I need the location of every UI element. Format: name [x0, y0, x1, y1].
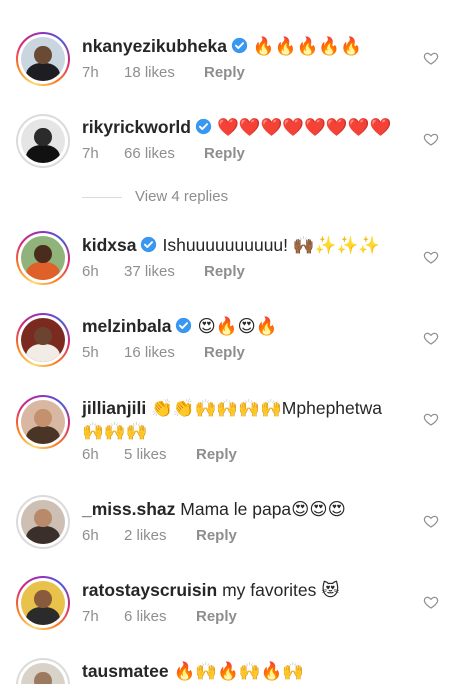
avatar[interactable] [16, 313, 70, 367]
heart-icon[interactable] [423, 513, 439, 529]
view-replies-button[interactable]: View 4 replies [82, 188, 228, 205]
reply-button[interactable]: Reply [204, 344, 245, 362]
comment-username[interactable]: melzinbala [82, 316, 171, 336]
heart-icon[interactable] [423, 131, 439, 147]
comment-text: 🔥🙌🔥🙌🔥🙌 [173, 661, 305, 681]
comment-likes[interactable]: 16 likes [124, 344, 175, 362]
avatar[interactable] [16, 495, 70, 549]
avatar[interactable] [16, 576, 70, 630]
comment-likes[interactable]: 18 likes [124, 64, 175, 82]
verified-badge-icon [141, 236, 157, 253]
verified-badge-icon [176, 317, 192, 334]
replies-divider [82, 196, 122, 198]
reply-button[interactable]: Reply [204, 145, 245, 163]
comment-username[interactable]: _miss.shaz [82, 499, 175, 519]
comment-username[interactable]: tausmatee [82, 661, 169, 681]
comment-time: 6h [82, 527, 99, 544]
comment-likes[interactable]: 2 likes [124, 527, 167, 545]
reply-button[interactable]: Reply [196, 446, 237, 464]
heart-icon[interactable] [423, 50, 439, 66]
comment-time: 7h [82, 64, 99, 81]
avatar[interactable] [16, 231, 70, 285]
heart-icon[interactable] [423, 330, 439, 346]
reply-button[interactable]: Reply [196, 608, 237, 626]
comment-text: 😍🔥😍🔥 [197, 316, 278, 336]
comment-time: 7h [82, 145, 99, 162]
comment-time: 6h [82, 446, 99, 463]
avatar[interactable] [16, 658, 70, 684]
comment-time: 7h [82, 608, 99, 625]
comment-username[interactable]: ratostayscruisin [82, 580, 217, 600]
comment-username[interactable]: jillianjili [82, 398, 146, 418]
comment-username[interactable]: kidxsa [82, 235, 136, 255]
reply-button[interactable]: Reply [204, 64, 245, 82]
comment-likes[interactable]: 6 likes [124, 608, 167, 626]
reply-button[interactable]: Reply [204, 263, 245, 281]
comment-likes[interactable]: 66 likes [124, 145, 175, 163]
avatar[interactable] [16, 114, 70, 168]
comment-time: 5h [82, 344, 99, 361]
verified-badge-icon [195, 118, 212, 135]
comment-likes[interactable]: 37 likes [124, 263, 175, 281]
comment-text: 🔥🔥🔥🔥🔥 [252, 36, 362, 56]
comment-username[interactable]: nkanyezikubheka [82, 36, 227, 56]
verified-badge-icon [231, 37, 248, 54]
reply-button[interactable]: Reply [196, 527, 237, 545]
comment-text: my favorites 😻 [222, 580, 340, 600]
comment-text: ❤️❤️❤️❤️❤️❤️❤️❤️ [216, 117, 392, 137]
comment-username[interactable]: rikyrickworld [82, 117, 191, 137]
heart-icon[interactable] [423, 249, 439, 265]
avatar[interactable] [16, 32, 70, 86]
avatar[interactable] [16, 395, 70, 449]
comment-text: Ishuuuuuuuuuu! 🙌🏾✨✨✨ [162, 235, 381, 255]
heart-icon[interactable] [423, 594, 439, 610]
view-replies-label: View 4 replies [135, 188, 229, 205]
comment-likes[interactable]: 5 likes [124, 446, 167, 464]
heart-icon[interactable] [423, 411, 439, 427]
comment-time: 6h [82, 263, 99, 280]
comment-text: Mama le papa😍😍😍 [180, 499, 346, 519]
